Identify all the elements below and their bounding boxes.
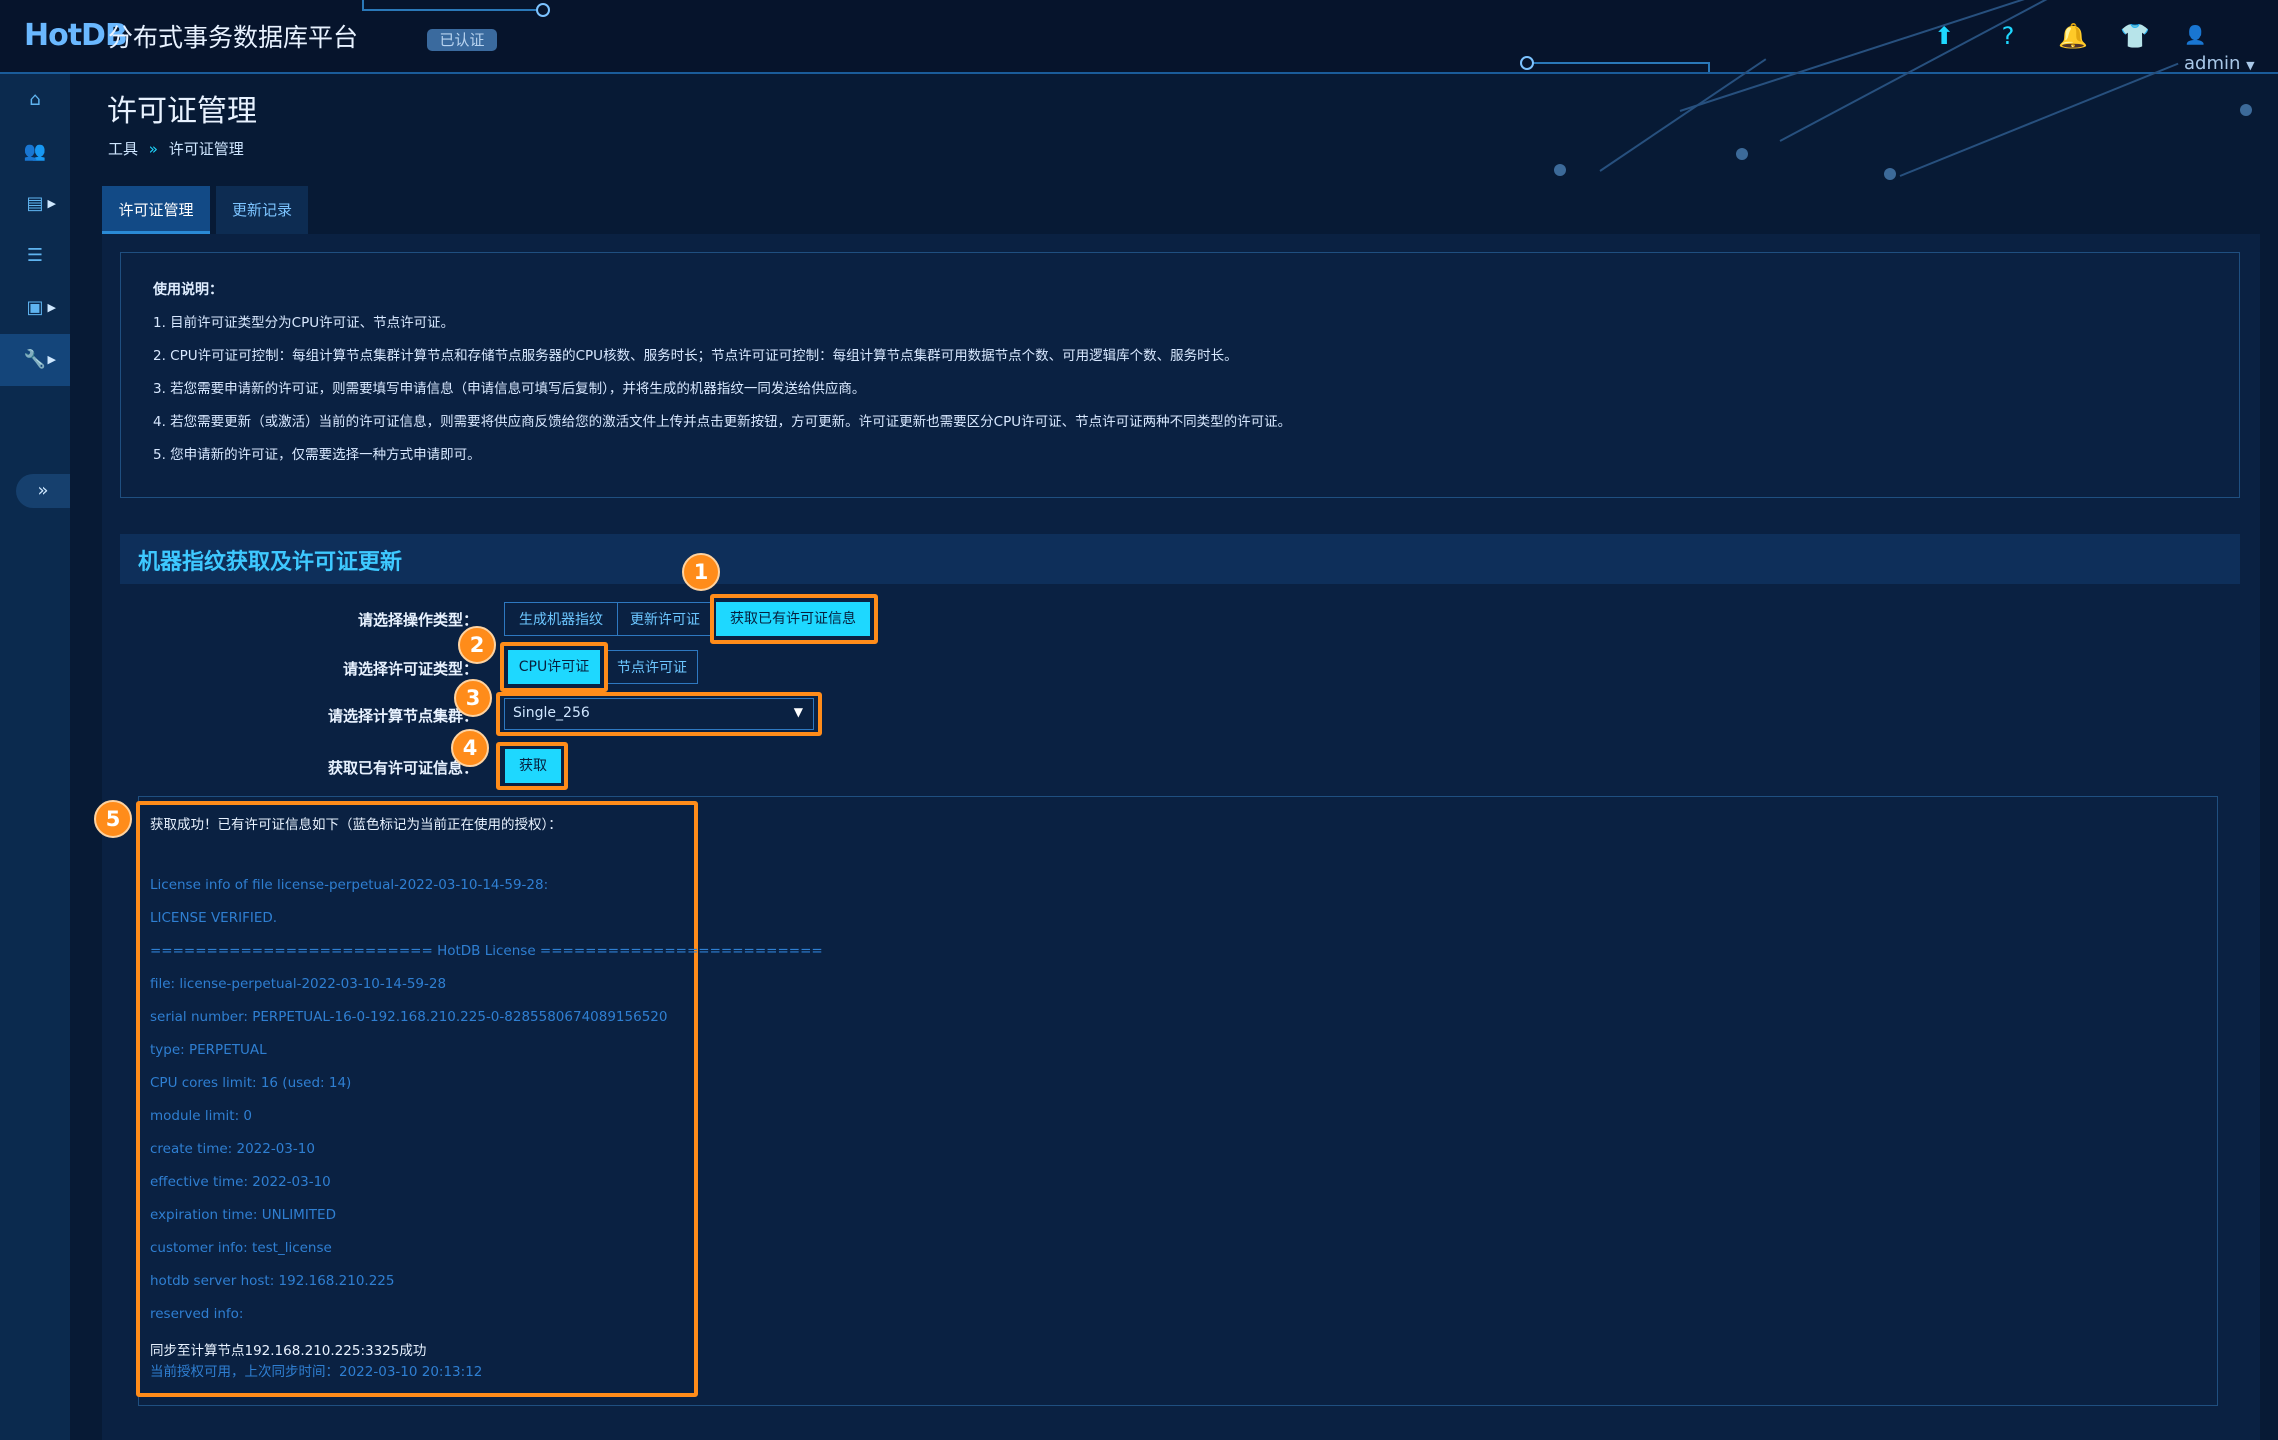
wrench-icon: 🔧 — [23, 349, 47, 370]
top-bar: HotDB 分布式事务数据库平台 已认证 ⬆ ? 🔔 👕 👤 admin ▼ — [0, 0, 2278, 74]
instruction-line: 1. 目前许可证类型分为CPU许可证、节点许可证。 — [153, 315, 455, 331]
update-license-button[interactable]: 更新许可证 — [617, 602, 713, 636]
decor-dot — [1884, 168, 1896, 180]
decor-dot — [1520, 56, 1534, 70]
certified-badge: 已认证 — [427, 29, 497, 51]
highlight-step-3 — [496, 692, 822, 736]
result-line: CPU cores limit: 16 (used: 14) — [150, 1075, 352, 1091]
decor-line — [362, 9, 542, 11]
instructions-title: 使用说明： — [153, 282, 223, 298]
user-icon: 👤 — [2184, 25, 2207, 46]
highlight-step-4 — [496, 742, 568, 790]
result-line: customer info: test_license — [150, 1240, 332, 1256]
cluster-label: 请选择计算节点集群： — [327, 707, 478, 725]
result-line: LICENSE VERIFIED. — [150, 910, 278, 926]
chevron-right-icon: ▶ — [47, 197, 56, 210]
breadcrumb-current: 许可证管理 — [168, 140, 244, 158]
license-type-label: 请选择许可证类型： — [342, 660, 478, 678]
sidebar: ⌂ 👥 ▤ ▶ ☰ ▣ ▶ 🔧 ▶ » — [0, 74, 70, 1440]
result-line: file: license-perpetual-2022-03-10-14-59… — [150, 976, 447, 992]
result-line: type: PERPETUAL — [150, 1042, 267, 1058]
result-line: expiration time: UNLIMITED — [150, 1207, 336, 1223]
chevron-right-icon: ▶ — [47, 301, 56, 314]
step-badge-2: 2 — [458, 626, 496, 664]
highlight-step-1 — [710, 594, 878, 644]
result-line: License info of file license-perpetual-2… — [150, 877, 549, 893]
double-chevron-icon: » — [37, 480, 49, 501]
user-menu[interactable]: 👤 admin ▼ — [2184, 22, 2268, 74]
instruction-line: 4. 若您需要更新（或激活）当前的许可证信息，则需要将供应商反馈给您的激活文件上… — [153, 414, 1292, 430]
decor-line — [1530, 62, 1710, 64]
step-badge-3: 3 — [454, 679, 492, 717]
instruction-line: 2. CPU许可证可控制：每组计算节点集群计算节点和存储节点服务器的CPU核数、… — [153, 348, 1238, 364]
breadcrumb: 工具 » 许可证管理 — [108, 138, 244, 159]
home-icon: ⌂ — [29, 89, 41, 110]
sidebar-item-database[interactable]: ☰ — [0, 230, 70, 282]
fetch-label: 获取已有许可证信息： — [327, 759, 478, 777]
instruction-line: 5. 您申请新的许可证，仅需要选择一种方式申请即可。 — [153, 447, 481, 463]
breadcrumb-tools[interactable]: 工具 — [108, 140, 138, 158]
step-badge-5: 5 — [94, 800, 132, 838]
page-title: 许可证管理 — [107, 94, 257, 129]
operation-type-label: 请选择操作类型： — [357, 611, 478, 629]
result-line: create time: 2022-03-10 — [150, 1141, 315, 1157]
platform-title: 分布式事务数据库平台 — [108, 23, 359, 52]
decor-line — [1899, 62, 2179, 177]
users-icon: 👥 — [23, 141, 47, 162]
help-icon[interactable]: ? — [1994, 22, 2022, 50]
user-name: admin — [2184, 53, 2241, 74]
instruction-line: 3. 若您需要申请新的许可证，则需要填写申请信息（申请信息可填写后复制），并将生… — [153, 381, 866, 397]
database-icon: ☰ — [26, 245, 44, 266]
result-line: ========================= HotDB License … — [150, 943, 823, 959]
tab-update-records[interactable]: 更新记录 — [216, 186, 308, 234]
result-line: serial number: PERPETUAL-16-0-192.168.21… — [150, 1009, 668, 1025]
breadcrumb-separator: » — [148, 140, 158, 158]
decor-line — [1708, 62, 1710, 72]
decor-dot — [1736, 148, 1748, 160]
generate-fingerprint-button[interactable]: 生成机器指纹 — [504, 602, 618, 636]
save-icon: ▣ — [26, 297, 44, 318]
section-header: 机器指纹获取及许可证更新 — [120, 534, 2240, 584]
decor-dot — [2240, 104, 2252, 116]
result-line: 当前授权可用，上次同步时间：2022-03-10 20:13:12 — [150, 1364, 483, 1380]
shirt-icon[interactable]: 👕 — [2120, 22, 2150, 50]
decor-dot — [1554, 164, 1566, 176]
sidebar-item-users[interactable]: 👥 — [0, 126, 70, 178]
result-line: 获取成功！已有许可证信息如下（蓝色标记为当前正在使用的授权）： — [150, 817, 562, 833]
step-badge-1: 1 — [682, 553, 720, 591]
result-line: 同步至计算节点192.168.210.225:3325成功 — [150, 1343, 427, 1359]
bell-icon[interactable]: 🔔 — [2058, 22, 2088, 50]
server-icon: ▤ — [26, 193, 44, 214]
result-line: module limit: 0 — [150, 1108, 253, 1124]
node-license-button[interactable]: 节点许可证 — [606, 650, 698, 684]
highlight-step-2 — [500, 642, 608, 692]
instructions-panel: 使用说明： 1. 目前许可证类型分为CPU许可证、节点许可证。 2. CPU许可… — [120, 252, 2240, 498]
section-title: 机器指纹获取及许可证更新 — [138, 550, 403, 575]
sidebar-item-backup[interactable]: ▣ ▶ — [0, 282, 70, 334]
sidebar-collapse-button[interactable]: » — [16, 474, 70, 508]
sidebar-item-tools[interactable]: 🔧 ▶ — [0, 334, 70, 386]
result-line: hotdb server host: 192.168.210.225 — [150, 1273, 395, 1289]
tab-license-management[interactable]: 许可证管理 — [102, 186, 210, 234]
sidebar-item-server[interactable]: ▤ ▶ — [0, 178, 70, 230]
sidebar-item-home[interactable]: ⌂ — [0, 74, 70, 126]
step-badge-4: 4 — [451, 729, 489, 767]
chevron-right-icon: ▶ — [47, 353, 56, 366]
decor-dot — [536, 3, 550, 17]
result-line: effective time: 2022-03-10 — [150, 1174, 331, 1190]
result-line: reserved info: — [150, 1306, 244, 1322]
chevron-down-icon: ▼ — [2246, 59, 2255, 72]
